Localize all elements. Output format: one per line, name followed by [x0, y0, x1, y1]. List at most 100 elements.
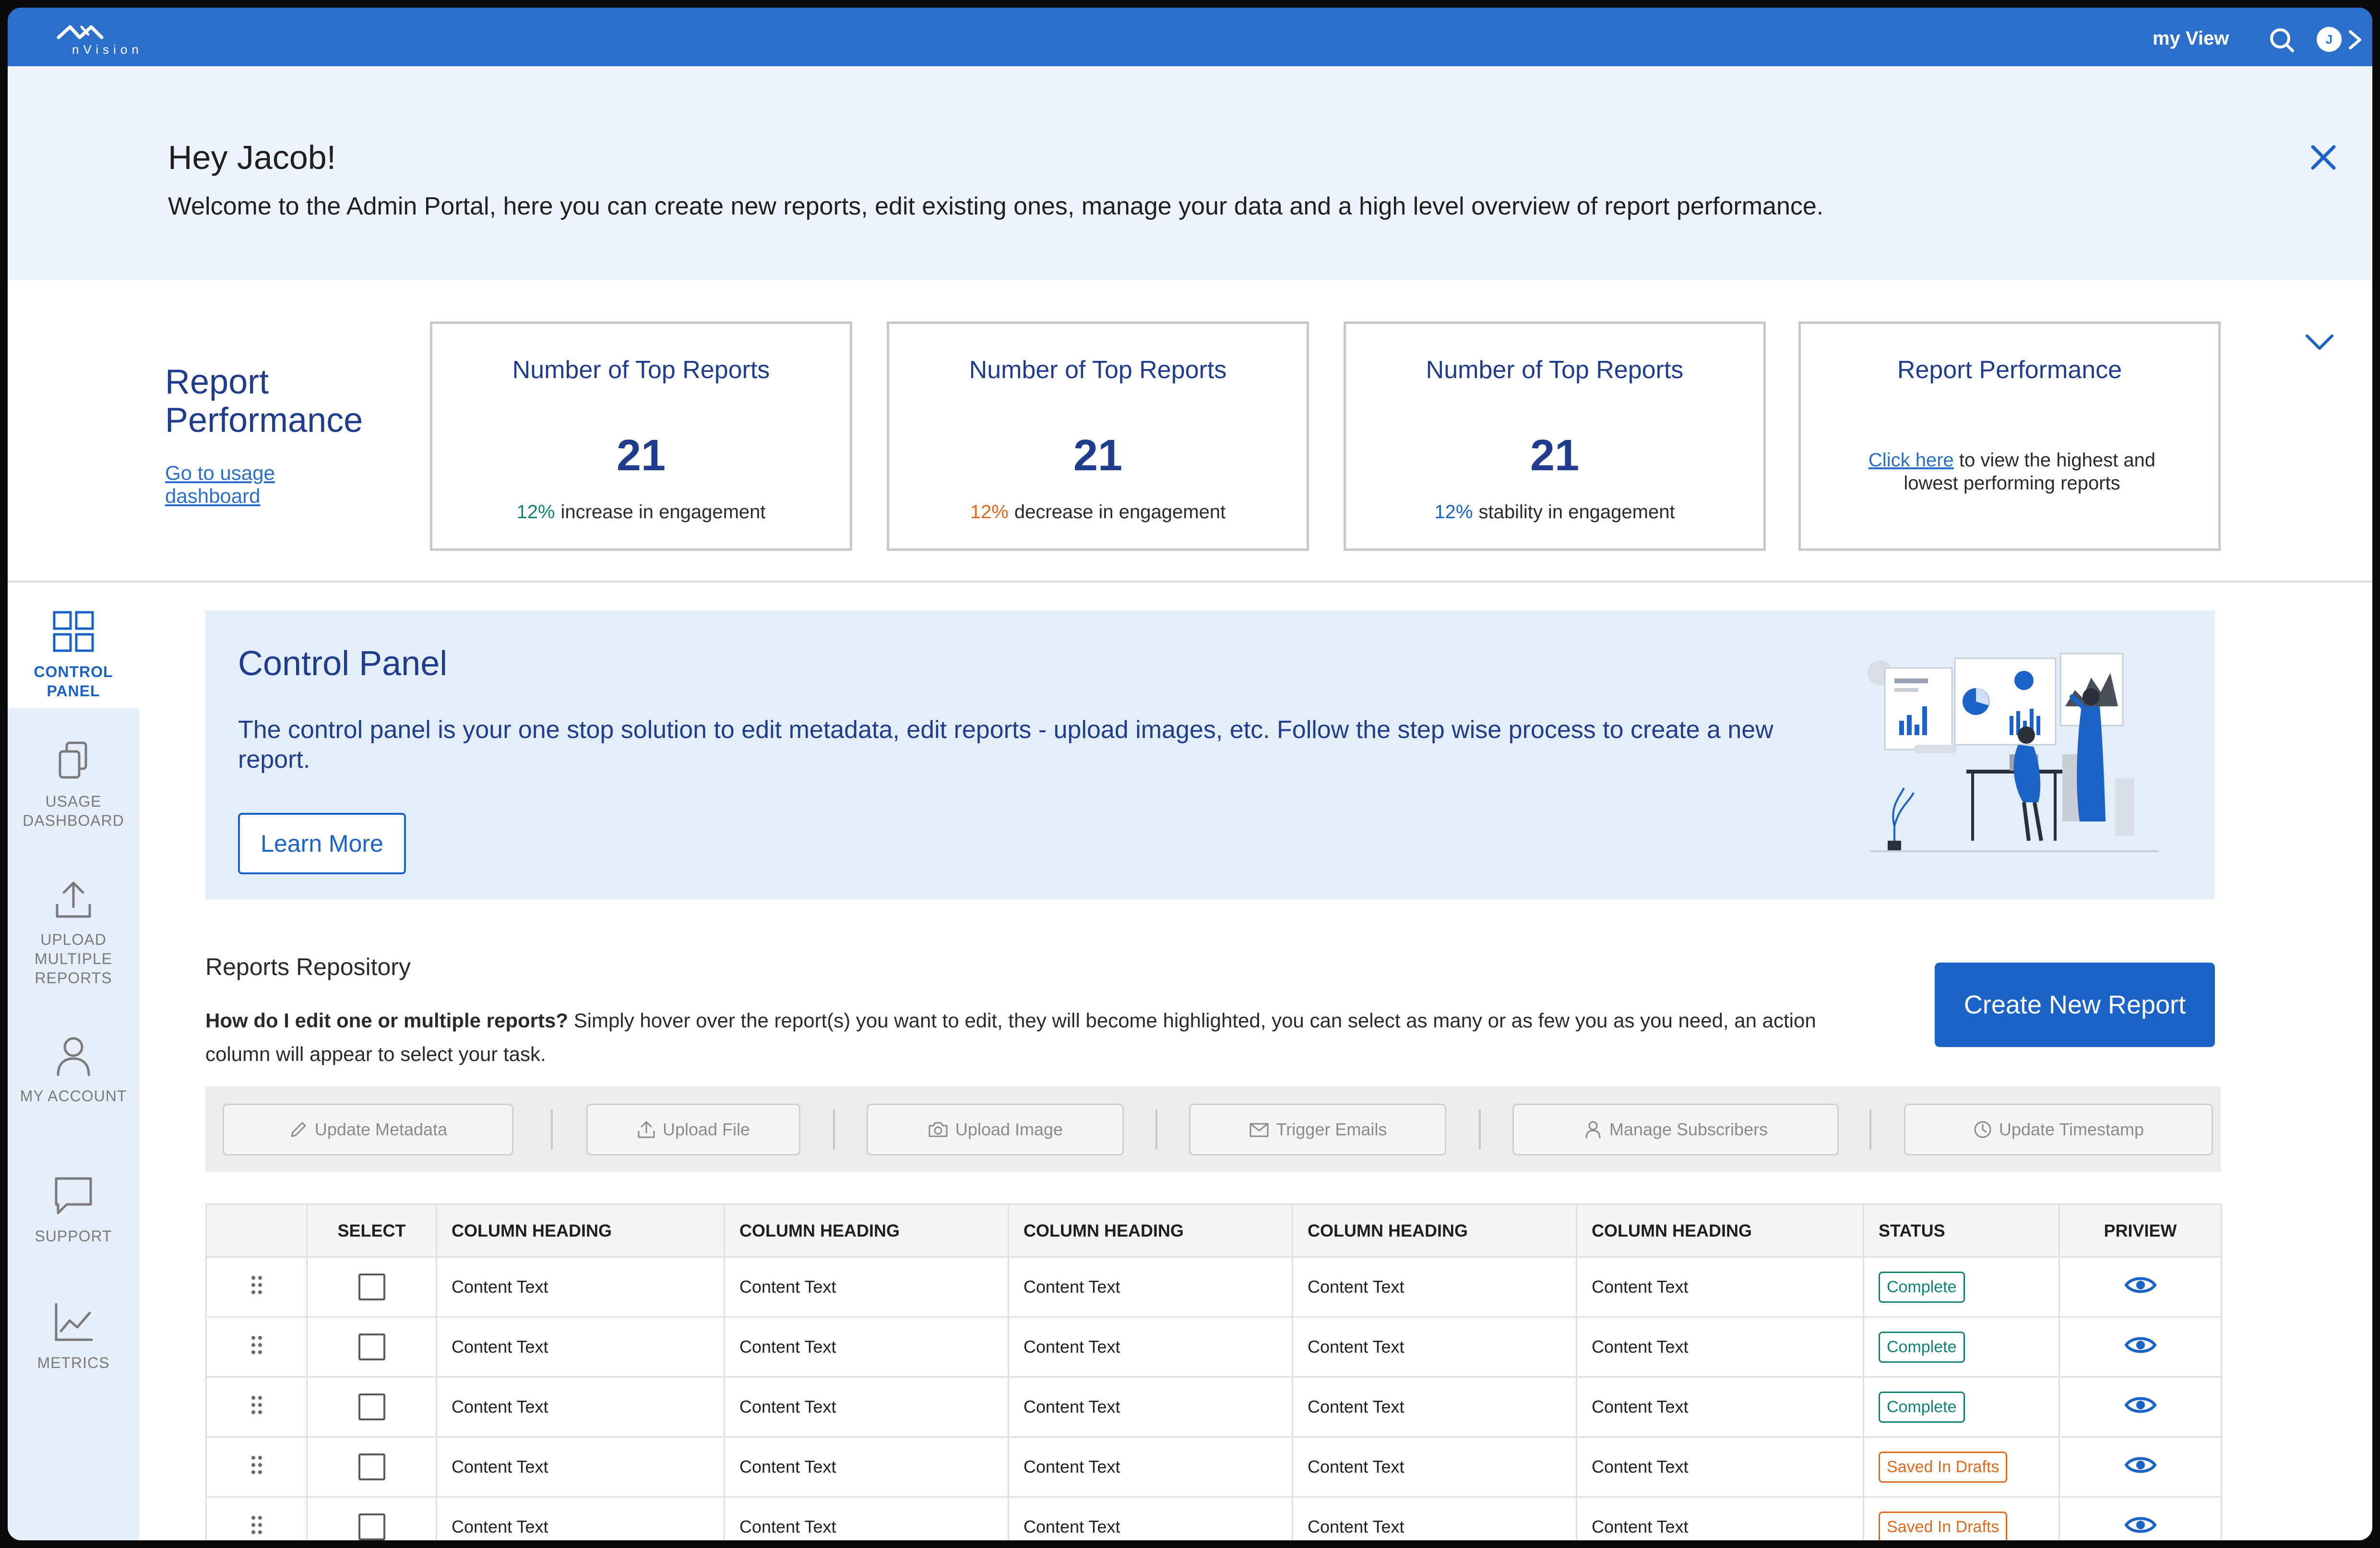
table-cell: Content Text: [1008, 1256, 1293, 1318]
drag-column-header: [205, 1203, 308, 1258]
eye-icon[interactable]: [2124, 1514, 2157, 1536]
table-row[interactable]: Content Text Content Text Content Text C…: [205, 1376, 2222, 1438]
action-label: Update Timestamp: [1999, 1119, 2144, 1139]
eye-icon[interactable]: [2124, 1394, 2157, 1416]
table-cell: Content Text: [1576, 1436, 1864, 1498]
stat-card-description: stability in engagement: [1478, 501, 1675, 523]
drag-handle-icon[interactable]: [250, 1274, 263, 1296]
drag-handle-icon[interactable]: [250, 1334, 263, 1356]
reports-table: SELECT COLUMN HEADING COLUMN HEADING COL…: [205, 1203, 2222, 1540]
stat-card-description: decrease in engagement: [1014, 501, 1226, 523]
user-icon: [57, 1037, 90, 1076]
table-row[interactable]: Content Text Content Text Content Text C…: [205, 1496, 2222, 1540]
click-here-link[interactable]: Click here: [1868, 450, 1954, 471]
table-cell: Content Text: [1576, 1496, 1864, 1540]
trigger-emails-button[interactable]: Trigger Emails: [1189, 1104, 1446, 1155]
upload-file-button[interactable]: Upload File: [586, 1104, 800, 1155]
column-heading[interactable]: COLUMN HEADING: [724, 1203, 1009, 1258]
action-label: Update Metadata: [314, 1119, 448, 1139]
status-badge: Complete: [1879, 1271, 1965, 1303]
drag-handle-icon[interactable]: [250, 1514, 263, 1536]
drag-handle-icon[interactable]: [250, 1394, 263, 1416]
select-column-header: SELECT: [306, 1203, 437, 1258]
sidebar-item-upload-multiple-reports[interactable]: UPLOAD MULTIPLE REPORTS: [8, 878, 139, 988]
sidebar-item-metrics[interactable]: METRICS: [8, 1301, 139, 1372]
stat-card-title: Number of Top Reports: [969, 356, 1227, 384]
camera-icon: [928, 1122, 948, 1137]
eye-icon[interactable]: [2124, 1334, 2157, 1356]
divider: [1155, 1109, 1157, 1150]
row-checkbox[interactable]: [358, 1274, 385, 1300]
row-checkbox[interactable]: [358, 1334, 385, 1360]
column-heading[interactable]: COLUMN HEADING: [436, 1203, 725, 1258]
welcome-banner: Hey Jacob! Welcome to the Admin Portal, …: [8, 66, 2372, 280]
create-new-report-button[interactable]: Create New Report: [1935, 963, 2215, 1047]
stat-card: Number of Top Reports 21 12% stability in…: [1344, 322, 1766, 551]
drag-handle-icon[interactable]: [250, 1454, 263, 1476]
update-metadata-button[interactable]: Update Metadata: [223, 1104, 513, 1155]
action-label: Manage Subscribers: [1609, 1119, 1768, 1139]
table-row[interactable]: Content Text Content Text Content Text C…: [205, 1436, 2222, 1498]
divider: [833, 1109, 835, 1150]
table-cell: Content Text: [724, 1436, 1009, 1498]
stat-card-value: 21: [1530, 431, 1580, 480]
sidebar-item-label: MY ACCOUNT: [20, 1087, 127, 1105]
sidebar-item-label: SUPPORT: [35, 1227, 112, 1245]
divider: [551, 1109, 553, 1150]
column-heading[interactable]: COLUMN HEADING: [1292, 1203, 1577, 1258]
welcome-greeting: Hey Jacob!: [168, 139, 336, 176]
sidebar-item-label: USAGE DASHBOARD: [23, 793, 124, 829]
table-cell: Content Text: [1292, 1256, 1577, 1318]
sidebar-item-my-account[interactable]: MY ACCOUNT: [8, 1035, 139, 1106]
usage-dashboard-link[interactable]: Go to usage dashboard: [165, 462, 309, 508]
row-checkbox[interactable]: [358, 1513, 385, 1540]
learn-more-button[interactable]: Learn More: [238, 813, 406, 874]
table-cell: Content Text: [724, 1496, 1009, 1540]
avatar[interactable]: J: [2317, 27, 2342, 52]
control-panel-description: The control panel is your one stop solut…: [238, 716, 1773, 774]
upload-icon: [638, 1121, 655, 1138]
status-badge: Complete: [1879, 1391, 1965, 1423]
user-icon: [1585, 1121, 1601, 1139]
table-row[interactable]: Content Text Content Text Content Text C…: [205, 1316, 2222, 1378]
column-heading[interactable]: COLUMN HEADING: [1008, 1203, 1293, 1258]
manage-subscribers-button[interactable]: Manage Subscribers: [1512, 1104, 1839, 1155]
sidebar-item-control-panel[interactable]: CONTROL PANEL: [8, 610, 139, 701]
performance-summary-card: Report Performance Click here to view th…: [1798, 322, 2221, 551]
row-checkbox[interactable]: [358, 1453, 385, 1480]
repository-title: Reports Repository: [205, 953, 411, 980]
search-icon[interactable]: [2269, 27, 2295, 53]
update-timestamp-button[interactable]: Update Timestamp: [1904, 1104, 2213, 1155]
table-cell: Content Text: [1008, 1496, 1293, 1540]
welcome-message: Welcome to the Admin Portal, here you ca…: [168, 192, 1824, 220]
row-checkbox[interactable]: [358, 1393, 385, 1420]
sidebar-item-label: CONTROL PANEL: [34, 663, 113, 700]
clock-icon: [1974, 1121, 1991, 1138]
table-cell: Content Text: [1008, 1436, 1293, 1498]
chevron-right-icon[interactable]: [2346, 29, 2364, 51]
stat-card-percent: 12%: [970, 501, 1009, 523]
my-view-link[interactable]: my View: [2153, 28, 2229, 49]
close-icon[interactable]: [2309, 143, 2338, 172]
sidebar-item-usage-dashboard[interactable]: USAGE DASHBOARD: [8, 740, 139, 830]
column-heading[interactable]: COLUMN HEADING: [1576, 1203, 1864, 1258]
table-cell: Content Text: [436, 1436, 725, 1498]
sidebar-item-label: METRICS: [37, 1354, 110, 1371]
table-cell: Content Text: [1292, 1316, 1577, 1378]
table-row[interactable]: Content Text Content Text Content Text C…: [205, 1256, 2222, 1318]
stat-card-percent: 12%: [1434, 501, 1473, 523]
app-window: nVision my View J Hey Jacob! Welcome to …: [8, 8, 2372, 1540]
chevron-down-icon[interactable]: [2304, 331, 2335, 352]
action-label: Upload Image: [955, 1119, 1063, 1139]
sidebar-item-support[interactable]: SUPPORT: [8, 1175, 139, 1246]
performance-title: Report Performance: [165, 363, 363, 440]
grid-icon: [53, 611, 94, 652]
control-panel-banner: Control Panel The control panel is your …: [205, 610, 2215, 899]
table-cell: Content Text: [436, 1316, 725, 1378]
stat-card-value: 21: [1073, 431, 1123, 480]
status-column-header[interactable]: STATUS: [1863, 1203, 2060, 1258]
upload-image-button[interactable]: Upload Image: [867, 1104, 1124, 1155]
eye-icon[interactable]: [2124, 1274, 2157, 1296]
stat-card-value: 21: [616, 431, 666, 480]
eye-icon[interactable]: [2124, 1454, 2157, 1476]
